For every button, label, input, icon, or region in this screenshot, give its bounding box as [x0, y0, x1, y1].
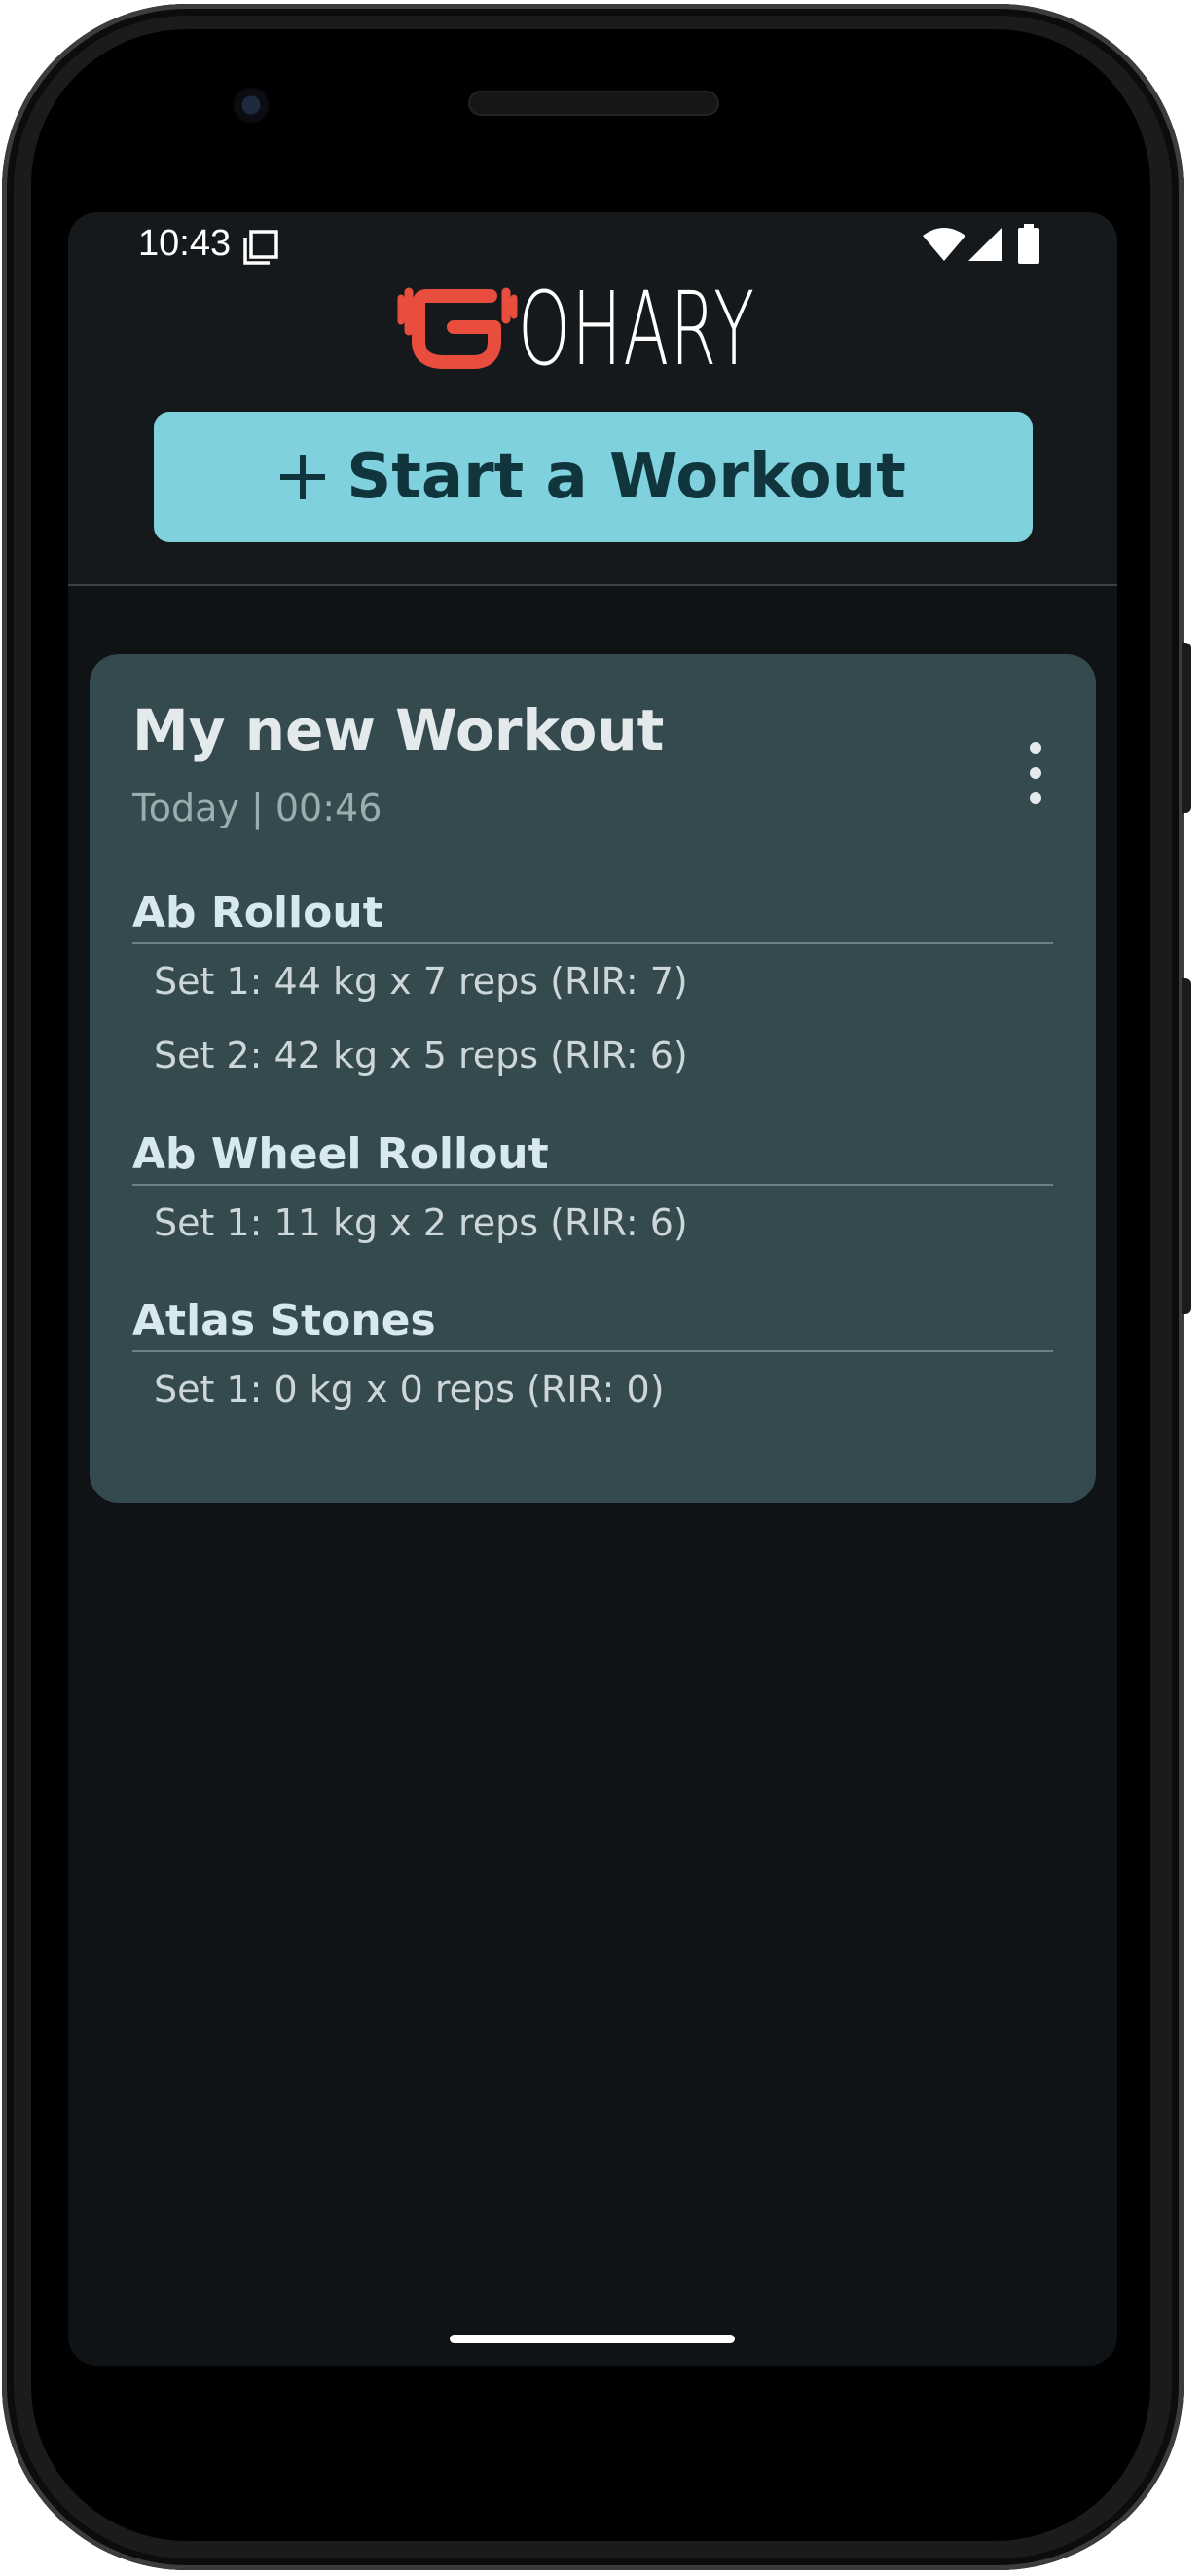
set-line: Set 1: 0 kg x 0 reps (RIR: 0): [154, 1368, 665, 1411]
workout-card[interactable]: My new Workout Today | 00:46 Ab Rollout …: [90, 654, 1096, 1503]
start-workout-label: Start a Workout: [346, 441, 906, 513]
plus-icon: [280, 455, 326, 499]
battery-icon: [1018, 224, 1039, 264]
status-time: 10:43: [138, 223, 232, 264]
front-camera: [233, 87, 270, 124]
set-line: Set 1: 44 kg x 7 reps (RIR: 7): [154, 960, 688, 1003]
logo-text: OHARY: [518, 270, 756, 388]
home-indicator[interactable]: [450, 2335, 735, 2343]
screen-record-icon: [243, 230, 278, 265]
exercise-name: Ab Wheel Rollout: [132, 1125, 1053, 1186]
signal-icon: [968, 228, 1002, 261]
volume-button: [1182, 978, 1191, 1314]
start-workout-button[interactable]: Start a Workout: [154, 412, 1033, 542]
set-line: Set 1: 11 kg x 2 reps (RIR: 6): [154, 1201, 688, 1244]
workout-title: My new Workout: [132, 697, 665, 763]
exercise-name: Atlas Stones: [132, 1292, 1053, 1352]
workout-date-duration: Today | 00:46: [132, 787, 382, 829]
more-options-button[interactable]: [1016, 740, 1055, 806]
set-line: Set 2: 42 kg x 5 reps (RIR: 6): [154, 1034, 688, 1077]
more-vert-icon: [1030, 742, 1041, 754]
exercise-atlas-stones: Atlas Stones Set 1: 0 kg x 0 reps (RIR: …: [132, 1292, 1053, 1426]
dumbbell-g-logo-icon: [397, 287, 518, 369]
screen: 10:43 OHARY Start a Workout My new Worko…: [68, 212, 1117, 2366]
app-logo: OHARY: [389, 270, 866, 388]
exercise-name: Ab Rollout: [132, 884, 1053, 944]
app-header: 10:43 OHARY Start a Workout: [68, 212, 1117, 586]
earpiece-speaker: [468, 91, 719, 116]
exercise-ab-wheel-rollout: Ab Wheel Rollout Set 1: 11 kg x 2 reps (…: [132, 1125, 1053, 1260]
wifi-icon: [923, 228, 965, 261]
exercise-ab-rollout: Ab Rollout Set 1: 44 kg x 7 reps (RIR: 7…: [132, 884, 1053, 1092]
power-button: [1182, 643, 1191, 813]
